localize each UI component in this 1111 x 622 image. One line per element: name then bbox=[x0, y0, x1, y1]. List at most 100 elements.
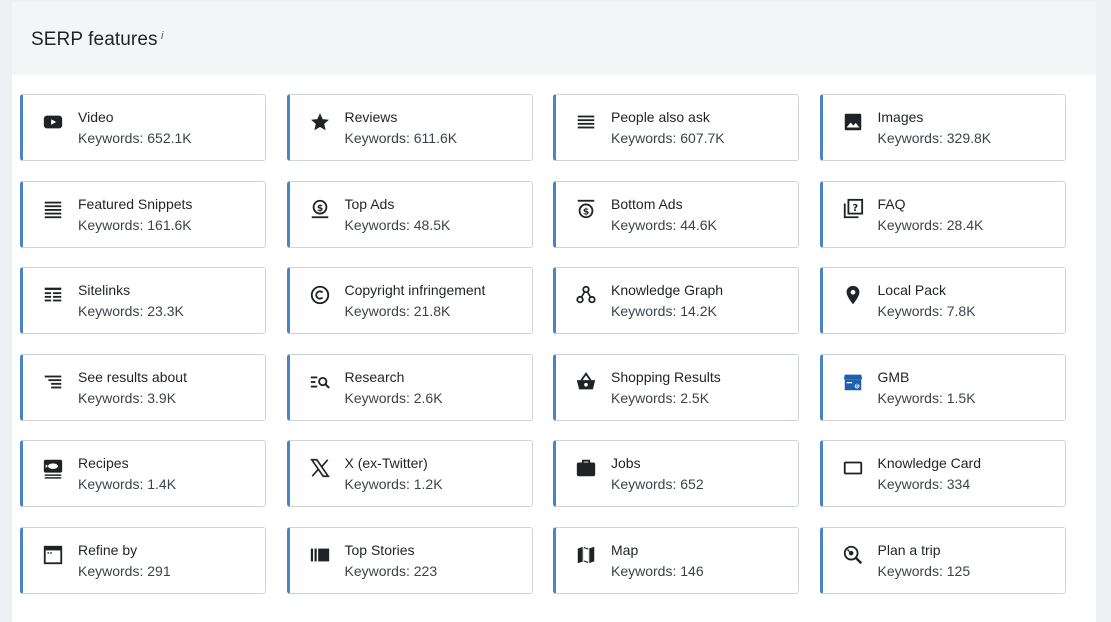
feature-card-see-results-about[interactable]: See results about Keywords: 3.9K bbox=[20, 353, 266, 421]
feature-name: See results about bbox=[78, 368, 187, 385]
youtube-icon bbox=[42, 111, 64, 133]
feature-card-video[interactable]: Video Keywords: 652.1K bbox=[20, 94, 266, 161]
feature-keyword-count: Keywords: 125 bbox=[877, 562, 971, 579]
feature-card-featured-snippets[interactable]: Featured Snippets Keywords: 161.6K bbox=[20, 180, 266, 248]
map-pin-icon bbox=[842, 284, 864, 306]
feature-name: Plan a trip bbox=[877, 541, 941, 558]
feature-keyword-count: Keywords: 7.8K bbox=[877, 303, 976, 319]
store-icon: G bbox=[842, 371, 864, 393]
feature-keyword-count: Keywords: 652 bbox=[611, 476, 704, 492]
feature-card-top-stories[interactable]: Top Stories Keywords: 223 bbox=[286, 526, 533, 594]
svg-text:?: ? bbox=[852, 202, 858, 213]
image-icon bbox=[842, 111, 864, 133]
feature-keyword-count: Keywords: 329.8K bbox=[877, 130, 992, 146]
feature-keyword-count: Keywords: 611.6K bbox=[344, 130, 458, 146]
feature-name: Video bbox=[78, 109, 114, 125]
feature-card-images[interactable]: Images Keywords: 329.8K bbox=[819, 94, 1066, 161]
basket-icon bbox=[575, 371, 597, 393]
card-icon bbox=[842, 457, 864, 479]
dollar-bottom-icon: $ bbox=[575, 198, 597, 220]
feature-keyword-count: Keywords: 1.4K bbox=[78, 476, 177, 492]
star-icon bbox=[309, 111, 331, 133]
feature-name: Copyright infringement bbox=[344, 282, 486, 298]
feature-card-jobs[interactable]: Jobs Keywords: 652 bbox=[553, 440, 799, 507]
feature-card-reviews[interactable]: Reviews Keywords: 611.6K bbox=[286, 94, 533, 161]
feature-name: Recipes bbox=[78, 455, 129, 471]
panel-title: SERP features bbox=[31, 29, 158, 50]
feature-name: Bottom Ads bbox=[611, 195, 683, 212]
sitelinks-icon bbox=[42, 284, 64, 306]
feature-card-map[interactable]: Map Keywords: 146 bbox=[553, 526, 799, 594]
feature-card-knowledge-card[interactable]: Knowledge Card Keywords: 334 bbox=[819, 440, 1066, 507]
feature-card-x-ex-twitter[interactable]: X (ex-Twitter) Keywords: 1.2K bbox=[286, 440, 533, 507]
panel-header: SERP features i bbox=[12, 2, 1096, 75]
recipe-icon bbox=[42, 457, 64, 479]
feature-name: Map bbox=[611, 541, 639, 558]
feature-keyword-count: Keywords: 223 bbox=[344, 562, 438, 579]
feature-name: X (ex-Twitter) bbox=[344, 455, 428, 471]
feature-card-plan-a-trip[interactable]: Plan a trip Keywords: 125 bbox=[819, 526, 1066, 594]
feature-name: Images bbox=[877, 109, 924, 125]
feature-keyword-count: Keywords: 2.5K bbox=[611, 389, 710, 406]
feature-keyword-count: Keywords: 146 bbox=[611, 562, 704, 579]
feature-keyword-count: Keywords: 44.6K bbox=[611, 216, 717, 233]
feature-name: Shopping Results bbox=[611, 368, 721, 385]
window-icon bbox=[42, 544, 64, 566]
faq-icon: ? bbox=[842, 198, 864, 220]
feature-keyword-count: Keywords: 1.2K bbox=[344, 476, 443, 492]
stories-icon bbox=[309, 544, 331, 566]
feature-keyword-count: Keywords: 334 bbox=[877, 476, 971, 492]
lines-icon bbox=[575, 111, 597, 133]
feature-name: FAQ bbox=[877, 195, 906, 212]
feature-card-research[interactable]: Research Keywords: 2.6K bbox=[286, 353, 533, 421]
feature-name: Local Pack bbox=[877, 282, 946, 298]
briefcase-icon bbox=[575, 457, 597, 479]
graph-icon bbox=[575, 284, 597, 306]
feature-name: Reviews bbox=[344, 109, 398, 125]
svg-text:$: $ bbox=[316, 202, 322, 213]
feature-keyword-count: Keywords: 1.5K bbox=[877, 389, 976, 406]
feature-card-shopping-results[interactable]: Shopping Results Keywords: 2.5K bbox=[553, 353, 799, 421]
x-logo-icon bbox=[309, 457, 331, 479]
feature-keyword-count: Keywords: 14.2K bbox=[611, 303, 717, 319]
trip-search-icon bbox=[842, 544, 864, 566]
feature-card-sitelinks[interactable]: Sitelinks Keywords: 23.3K bbox=[20, 267, 266, 334]
list-indent-icon bbox=[42, 371, 64, 393]
map-icon bbox=[575, 544, 597, 566]
svg-text:$: $ bbox=[583, 206, 589, 217]
feature-name: Jobs bbox=[611, 455, 641, 471]
snippet-lines-icon bbox=[42, 198, 64, 220]
feature-card-knowledge-graph[interactable]: Knowledge Graph Keywords: 14.2K bbox=[553, 267, 799, 334]
feature-name: Knowledge Graph bbox=[611, 282, 724, 298]
features-grid: Video Keywords: 652.1K Reviews Keywords: 61… bbox=[20, 94, 1066, 594]
feature-name: GMB bbox=[877, 368, 910, 385]
feature-card-people-also-ask[interactable]: People also ask Keywords: 607.7K bbox=[553, 94, 799, 161]
info-icon[interactable]: i bbox=[161, 30, 163, 42]
feature-name: Knowledge Card bbox=[877, 455, 982, 471]
feature-keyword-count: Keywords: 21.8K bbox=[344, 303, 451, 319]
feature-name: Top Stories bbox=[344, 541, 415, 558]
feature-name: Refine by bbox=[78, 541, 138, 558]
feature-card-recipes[interactable]: Recipes Keywords: 1.4K bbox=[20, 440, 266, 507]
feature-name: Featured Snippets bbox=[78, 195, 193, 212]
feature-card-top-ads[interactable]: $ Top Ads Keywords: 48.5K bbox=[286, 180, 533, 248]
feature-card-faq[interactable]: ? FAQ Keywords: 28.4K bbox=[819, 180, 1066, 248]
feature-name: Research bbox=[344, 368, 405, 385]
feature-name: People also ask bbox=[611, 109, 710, 125]
feature-keyword-count: Keywords: 48.5K bbox=[344, 216, 451, 233]
feature-keyword-count: Keywords: 652.1K bbox=[78, 130, 192, 146]
feature-keyword-count: Keywords: 607.7K bbox=[611, 130, 725, 146]
search-list-icon bbox=[309, 371, 331, 393]
feature-card-gmb[interactable]: G GMB Keywords: 1.5K bbox=[819, 353, 1066, 421]
feature-name: Sitelinks bbox=[78, 282, 131, 298]
feature-card-bottom-ads[interactable]: $ Bottom Ads Keywords: 44.6K bbox=[553, 180, 799, 248]
feature-keyword-count: Keywords: 161.6K bbox=[78, 216, 192, 233]
dollar-top-icon: $ bbox=[309, 198, 331, 220]
feature-card-refine-by[interactable]: Refine by Keywords: 291 bbox=[20, 526, 266, 594]
feature-keyword-count: Keywords: 2.6K bbox=[344, 389, 443, 406]
feature-card-local-pack[interactable]: Local Pack Keywords: 7.8K bbox=[819, 267, 1066, 334]
feature-name: Top Ads bbox=[344, 195, 395, 212]
feature-keyword-count: Keywords: 291 bbox=[78, 562, 171, 579]
feature-card-copyright-infringement[interactable]: Copyright infringement Keywords: 21.8K bbox=[286, 267, 533, 334]
copyright-icon bbox=[309, 284, 331, 306]
